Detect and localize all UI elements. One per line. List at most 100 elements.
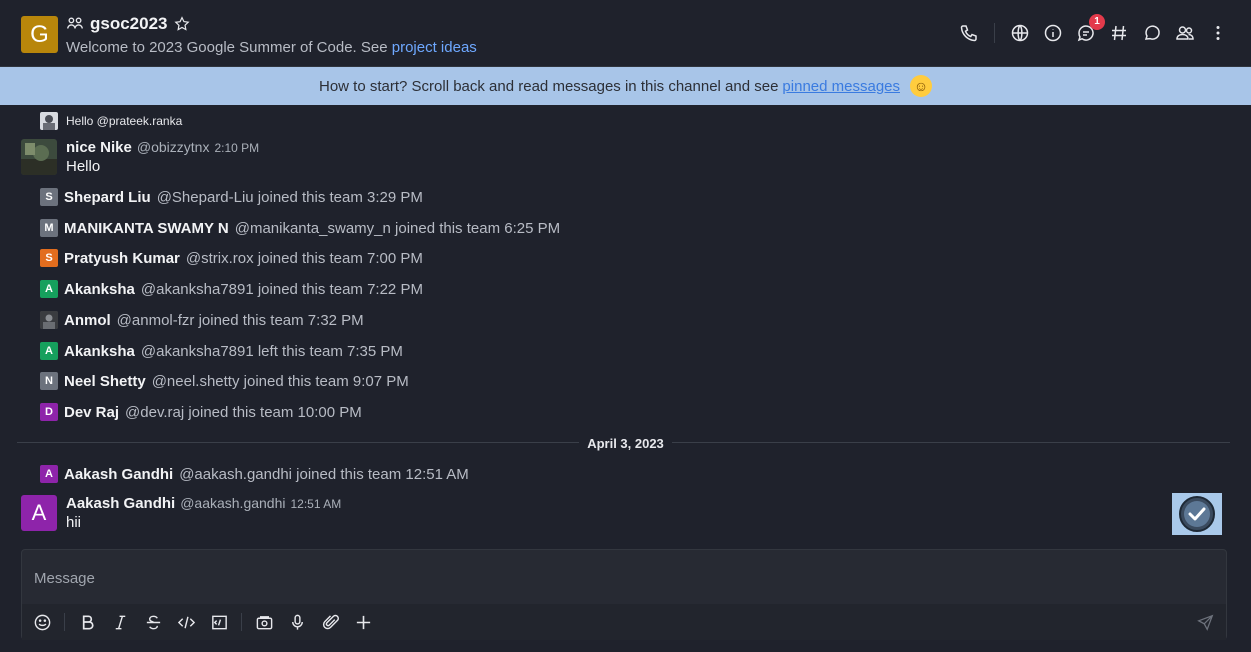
system-message-text: @Shepard-Liu joined this team 3:29 PM (156, 188, 423, 206)
user-avatar-image (40, 112, 58, 130)
code-button[interactable] (175, 611, 197, 633)
announcement-text: How to start? Scroll back and read messa… (319, 77, 779, 95)
discussions-button[interactable] (1141, 22, 1163, 44)
video-icon (256, 615, 272, 629)
avatar[interactable]: A (40, 342, 58, 360)
bold-button[interactable] (76, 611, 98, 633)
room-name[interactable]: gsoc2023 (90, 14, 168, 34)
send-button[interactable] (1194, 611, 1216, 633)
strikethrough-button[interactable] (142, 611, 164, 633)
kebab-menu-button[interactable] (1207, 22, 1229, 44)
message-handle[interactable]: @aakash.gandhi (180, 495, 285, 511)
room-topic: Welcome to 2023 Google Summer of Code. S… (66, 39, 477, 56)
code-block-icon (211, 615, 227, 629)
composer-toolbar (22, 604, 1226, 640)
thread-reply-preview[interactable]: Hello @prateek.ranka (40, 112, 182, 130)
avatar[interactable]: S (40, 249, 58, 267)
message-body: Aakash Gandhi @aakash.gandhi 12:51 AM hi… (66, 495, 341, 531)
message-input[interactable] (34, 568, 1214, 588)
apps-button[interactable] (1009, 22, 1031, 44)
audio-message-button[interactable] (286, 611, 308, 633)
discussion-icon (1144, 25, 1160, 40)
system-message-username[interactable]: Dev Raj (64, 404, 119, 421)
floating-check-button[interactable] (1172, 493, 1222, 535)
message-username[interactable]: Aakash Gandhi (66, 495, 175, 512)
message-time: 12:51 AM (290, 497, 342, 511)
system-message: A Akanksha @akanksha7891 left this team … (40, 342, 403, 360)
avatar[interactable] (21, 139, 57, 175)
message-meta: nice Nike @obizzytnx 2:10 PM (66, 139, 259, 156)
system-message-text: @akanksha7891 joined this team 7:22 PM (140, 280, 423, 298)
system-message-text: @aakash.gandhi joined this team 12:51 AM (179, 465, 469, 483)
message-composer (21, 549, 1227, 640)
room-avatar[interactable]: G (21, 16, 58, 53)
avatar[interactable]: M (40, 219, 58, 237)
toolbar-separator (241, 613, 242, 631)
pinned-messages-link[interactable]: pinned messages (782, 78, 900, 95)
italic-button[interactable] (109, 611, 131, 633)
kebab-icon (1216, 26, 1220, 40)
emoji-icon (34, 614, 50, 630)
italic-icon (115, 615, 125, 629)
star-icon[interactable] (173, 16, 190, 32)
message-text: Hello (66, 158, 101, 175)
announcement-banner[interactable]: How to start? Scroll back and read messa… (0, 67, 1251, 105)
room-title-row: gsoc2023 (66, 14, 190, 34)
video-message-button[interactable] (253, 611, 275, 633)
avatar[interactable]: D (40, 403, 58, 421)
date-divider-label: April 3, 2023 (579, 436, 672, 451)
system-message: M MANIKANTA SWAMY N @manikanta_swamy_n j… (40, 219, 560, 237)
header-separator (994, 23, 995, 43)
avatar[interactable] (40, 112, 58, 130)
thread-preview-text: Hello @prateek.ranka (66, 114, 183, 128)
message-item[interactable]: A Aakash Gandhi @aakash.gandhi 12:51 AM … (21, 495, 341, 531)
avatar[interactable] (40, 311, 58, 329)
room-info-button[interactable] (1042, 22, 1064, 44)
code-block-button[interactable] (208, 611, 230, 633)
team-icon (67, 17, 83, 29)
system-message-username[interactable]: Akanksha (64, 281, 135, 298)
system-message: A Aakash Gandhi @aakash.gandhi joined th… (40, 465, 469, 483)
system-message-username[interactable]: MANIKANTA SWAMY N (64, 220, 229, 237)
members-button[interactable] (1174, 22, 1196, 44)
system-message-username[interactable]: Anmol (64, 312, 111, 329)
avatar[interactable]: A (40, 280, 58, 298)
message-time: 2:10 PM (214, 141, 260, 155)
system-message-username[interactable]: Shepard Liu (64, 189, 151, 206)
room-header: G gsoc2023 Welcome to 2023 Google Summer… (0, 0, 1251, 67)
strikethrough-icon (146, 615, 160, 629)
system-message-username[interactable]: Neel Shetty (64, 373, 146, 390)
system-message: S Shepard Liu @Shepard-Liu joined this t… (40, 188, 423, 206)
system-message-text: @dev.raj joined this team 10:00 PM (125, 403, 362, 421)
avatar[interactable]: A (21, 495, 57, 531)
plus-icon (356, 615, 370, 629)
call-button[interactable] (958, 22, 980, 44)
threads-button[interactable]: 1 (1075, 14, 1105, 44)
date-divider: April 3, 2023 (0, 435, 1251, 453)
globe-icon (1011, 24, 1029, 42)
attach-file-button[interactable] (319, 611, 341, 633)
message-text: hii (66, 514, 82, 531)
avatar[interactable]: N (40, 372, 58, 390)
system-message: S Pratyush Kumar @strix.rox joined this … (40, 249, 423, 267)
avatar[interactable]: A (40, 465, 58, 483)
system-message-username[interactable]: Akanksha (64, 343, 135, 360)
message-username[interactable]: nice Nike (66, 139, 132, 156)
system-message-username[interactable]: Aakash Gandhi (64, 466, 173, 483)
more-actions-button[interactable] (352, 611, 374, 633)
message-handle[interactable]: @obizzytnx (137, 139, 210, 155)
channels-button[interactable] (1108, 22, 1130, 44)
toolbar-separator (64, 613, 65, 631)
message-body: nice Nike @obizzytnx 2:10 PM Hello (66, 139, 259, 175)
avatar[interactable]: S (40, 188, 58, 206)
paperclip-icon (322, 614, 339, 629)
message-item[interactable]: nice Nike @obizzytnx 2:10 PM Hello (21, 139, 259, 175)
emoji-button[interactable] (31, 611, 53, 633)
system-message-text: @manikanta_swamy_n joined this team 6:25… (234, 219, 561, 237)
project-ideas-link[interactable]: project ideas (392, 39, 477, 56)
system-message-username[interactable]: Pratyush Kumar (64, 250, 180, 267)
members-icon (1176, 26, 1194, 40)
message-list[interactable]: Hello @prateek.ranka nice Nike @obizzytn… (0, 105, 1251, 545)
system-message: N Neel Shetty @neel.shetty joined this t… (40, 372, 409, 390)
header-actions: 1 (947, 14, 1229, 44)
